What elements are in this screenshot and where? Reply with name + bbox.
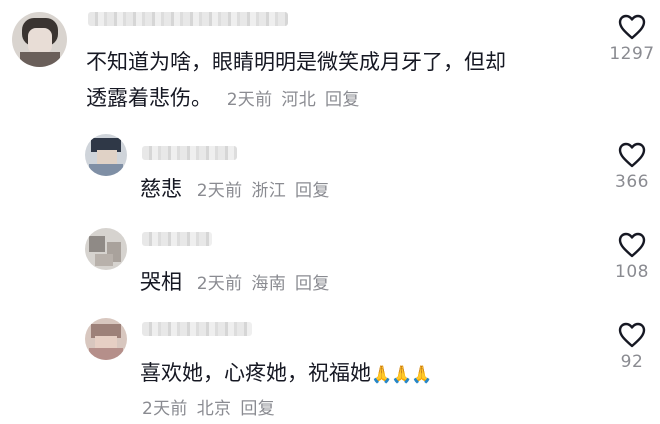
timestamp: 2天前 <box>226 90 273 110</box>
comment-text: 哭相 <box>140 270 182 294</box>
heart-outline-icon <box>618 142 646 168</box>
like-button[interactable]: 108 <box>602 232 660 282</box>
username[interactable] <box>88 12 288 26</box>
comment-meta: 2天前 海南 回复 <box>197 274 339 294</box>
reply-button[interactable]: 回复 <box>295 274 330 294</box>
avatar[interactable] <box>85 318 127 360</box>
like-count: 366 <box>615 172 649 192</box>
like-count: 92 <box>620 352 644 372</box>
like-button[interactable]: 1297 <box>602 14 660 64</box>
like-count: 108 <box>615 262 649 282</box>
comment-meta: 2天前 河北 回复 <box>227 90 369 110</box>
username[interactable] <box>142 232 212 246</box>
heart-outline-icon <box>618 14 646 40</box>
avatar[interactable] <box>85 134 127 176</box>
username[interactable] <box>142 146 237 160</box>
location: 海南 <box>251 274 287 294</box>
reply-button[interactable]: 回复 <box>240 399 275 419</box>
like-button[interactable]: 366 <box>602 142 660 192</box>
timestamp: 2天前 <box>196 274 243 294</box>
comment-meta: 2天前 北京 回复 <box>142 396 284 422</box>
timestamp: 2天前 <box>142 399 188 419</box>
heart-outline-icon <box>618 232 646 258</box>
reply-button[interactable]: 回复 <box>295 181 330 201</box>
location: 北京 <box>196 399 232 419</box>
comment-text: 喜欢她，心疼她，祝福她 <box>140 361 371 385</box>
location: 浙江 <box>251 181 287 201</box>
avatar[interactable] <box>85 228 127 270</box>
avatar[interactable] <box>12 12 67 67</box>
heart-outline-icon <box>618 322 646 348</box>
comment-text: 不知道为啥，眼睛明明是微笑成月牙了，但却 <box>86 50 506 74</box>
like-button[interactable]: 92 <box>602 322 660 372</box>
comment-meta: 2天前 浙江 回复 <box>197 181 339 201</box>
username[interactable] <box>142 322 252 336</box>
comment-text: 透露着悲伤。 <box>86 86 212 110</box>
comment-text: 慈悲 <box>140 177 182 201</box>
reply-button[interactable]: 回复 <box>325 90 360 110</box>
location: 河北 <box>281 90 317 110</box>
like-count: 1297 <box>609 44 655 64</box>
pray-emoji: 🙏🙏🙏 <box>371 365 433 385</box>
timestamp: 2天前 <box>196 181 243 201</box>
